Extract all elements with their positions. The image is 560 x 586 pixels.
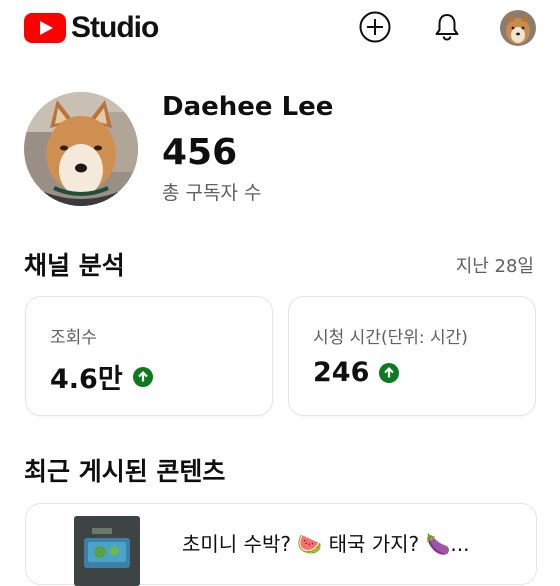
notifications-button[interactable] bbox=[430, 10, 464, 44]
views-label: 조회수 bbox=[50, 328, 97, 348]
views-value: 4.6만 bbox=[50, 364, 123, 395]
watch-time-card[interactable]: 시청 시간(단위: 시간) 246 bbox=[288, 296, 536, 416]
watch-time-label: 시청 시간(단위: 시간) bbox=[313, 328, 468, 348]
video-thumbnail-image bbox=[74, 516, 140, 586]
trend-up-icon bbox=[379, 362, 400, 383]
recent-content-item[interactable]: 초미니 수박? 🍉 태국 가지? 🍆... bbox=[25, 503, 537, 586]
subscriber-label: 총 구독자 수 bbox=[162, 182, 262, 204]
views-card[interactable]: 조회수 4.6만 bbox=[25, 296, 273, 416]
watch-time-value: 246 bbox=[313, 357, 370, 388]
shiba-dog-avatar-image bbox=[500, 10, 536, 46]
trend-up-icon bbox=[132, 366, 153, 387]
channel-analytics-title: 채널 분석 bbox=[24, 251, 125, 280]
youtube-studio-logo[interactable]: Studio bbox=[24, 11, 159, 45]
video-thumbnail bbox=[74, 516, 140, 586]
subscriber-count: 456 bbox=[162, 132, 238, 173]
shiba-dog-profile-image bbox=[24, 92, 138, 206]
youtube-play-logo-icon bbox=[24, 13, 66, 43]
account-avatar[interactable] bbox=[500, 10, 536, 46]
top-app-bar: Studio bbox=[0, 0, 560, 56]
bell-icon bbox=[435, 14, 459, 41]
channel-avatar[interactable] bbox=[24, 92, 138, 206]
content-title: 초미니 수박? 🍉 태국 가지? 🍆... bbox=[182, 532, 470, 556]
plus-circle-icon bbox=[359, 11, 391, 43]
channel-name: Daehee Lee bbox=[162, 92, 334, 122]
recent-content-title: 최근 게시된 콘텐츠 bbox=[24, 457, 226, 486]
create-button[interactable] bbox=[358, 10, 392, 44]
analytics-period: 지난 28일 bbox=[455, 256, 534, 277]
logo-text: Studio bbox=[71, 11, 159, 44]
